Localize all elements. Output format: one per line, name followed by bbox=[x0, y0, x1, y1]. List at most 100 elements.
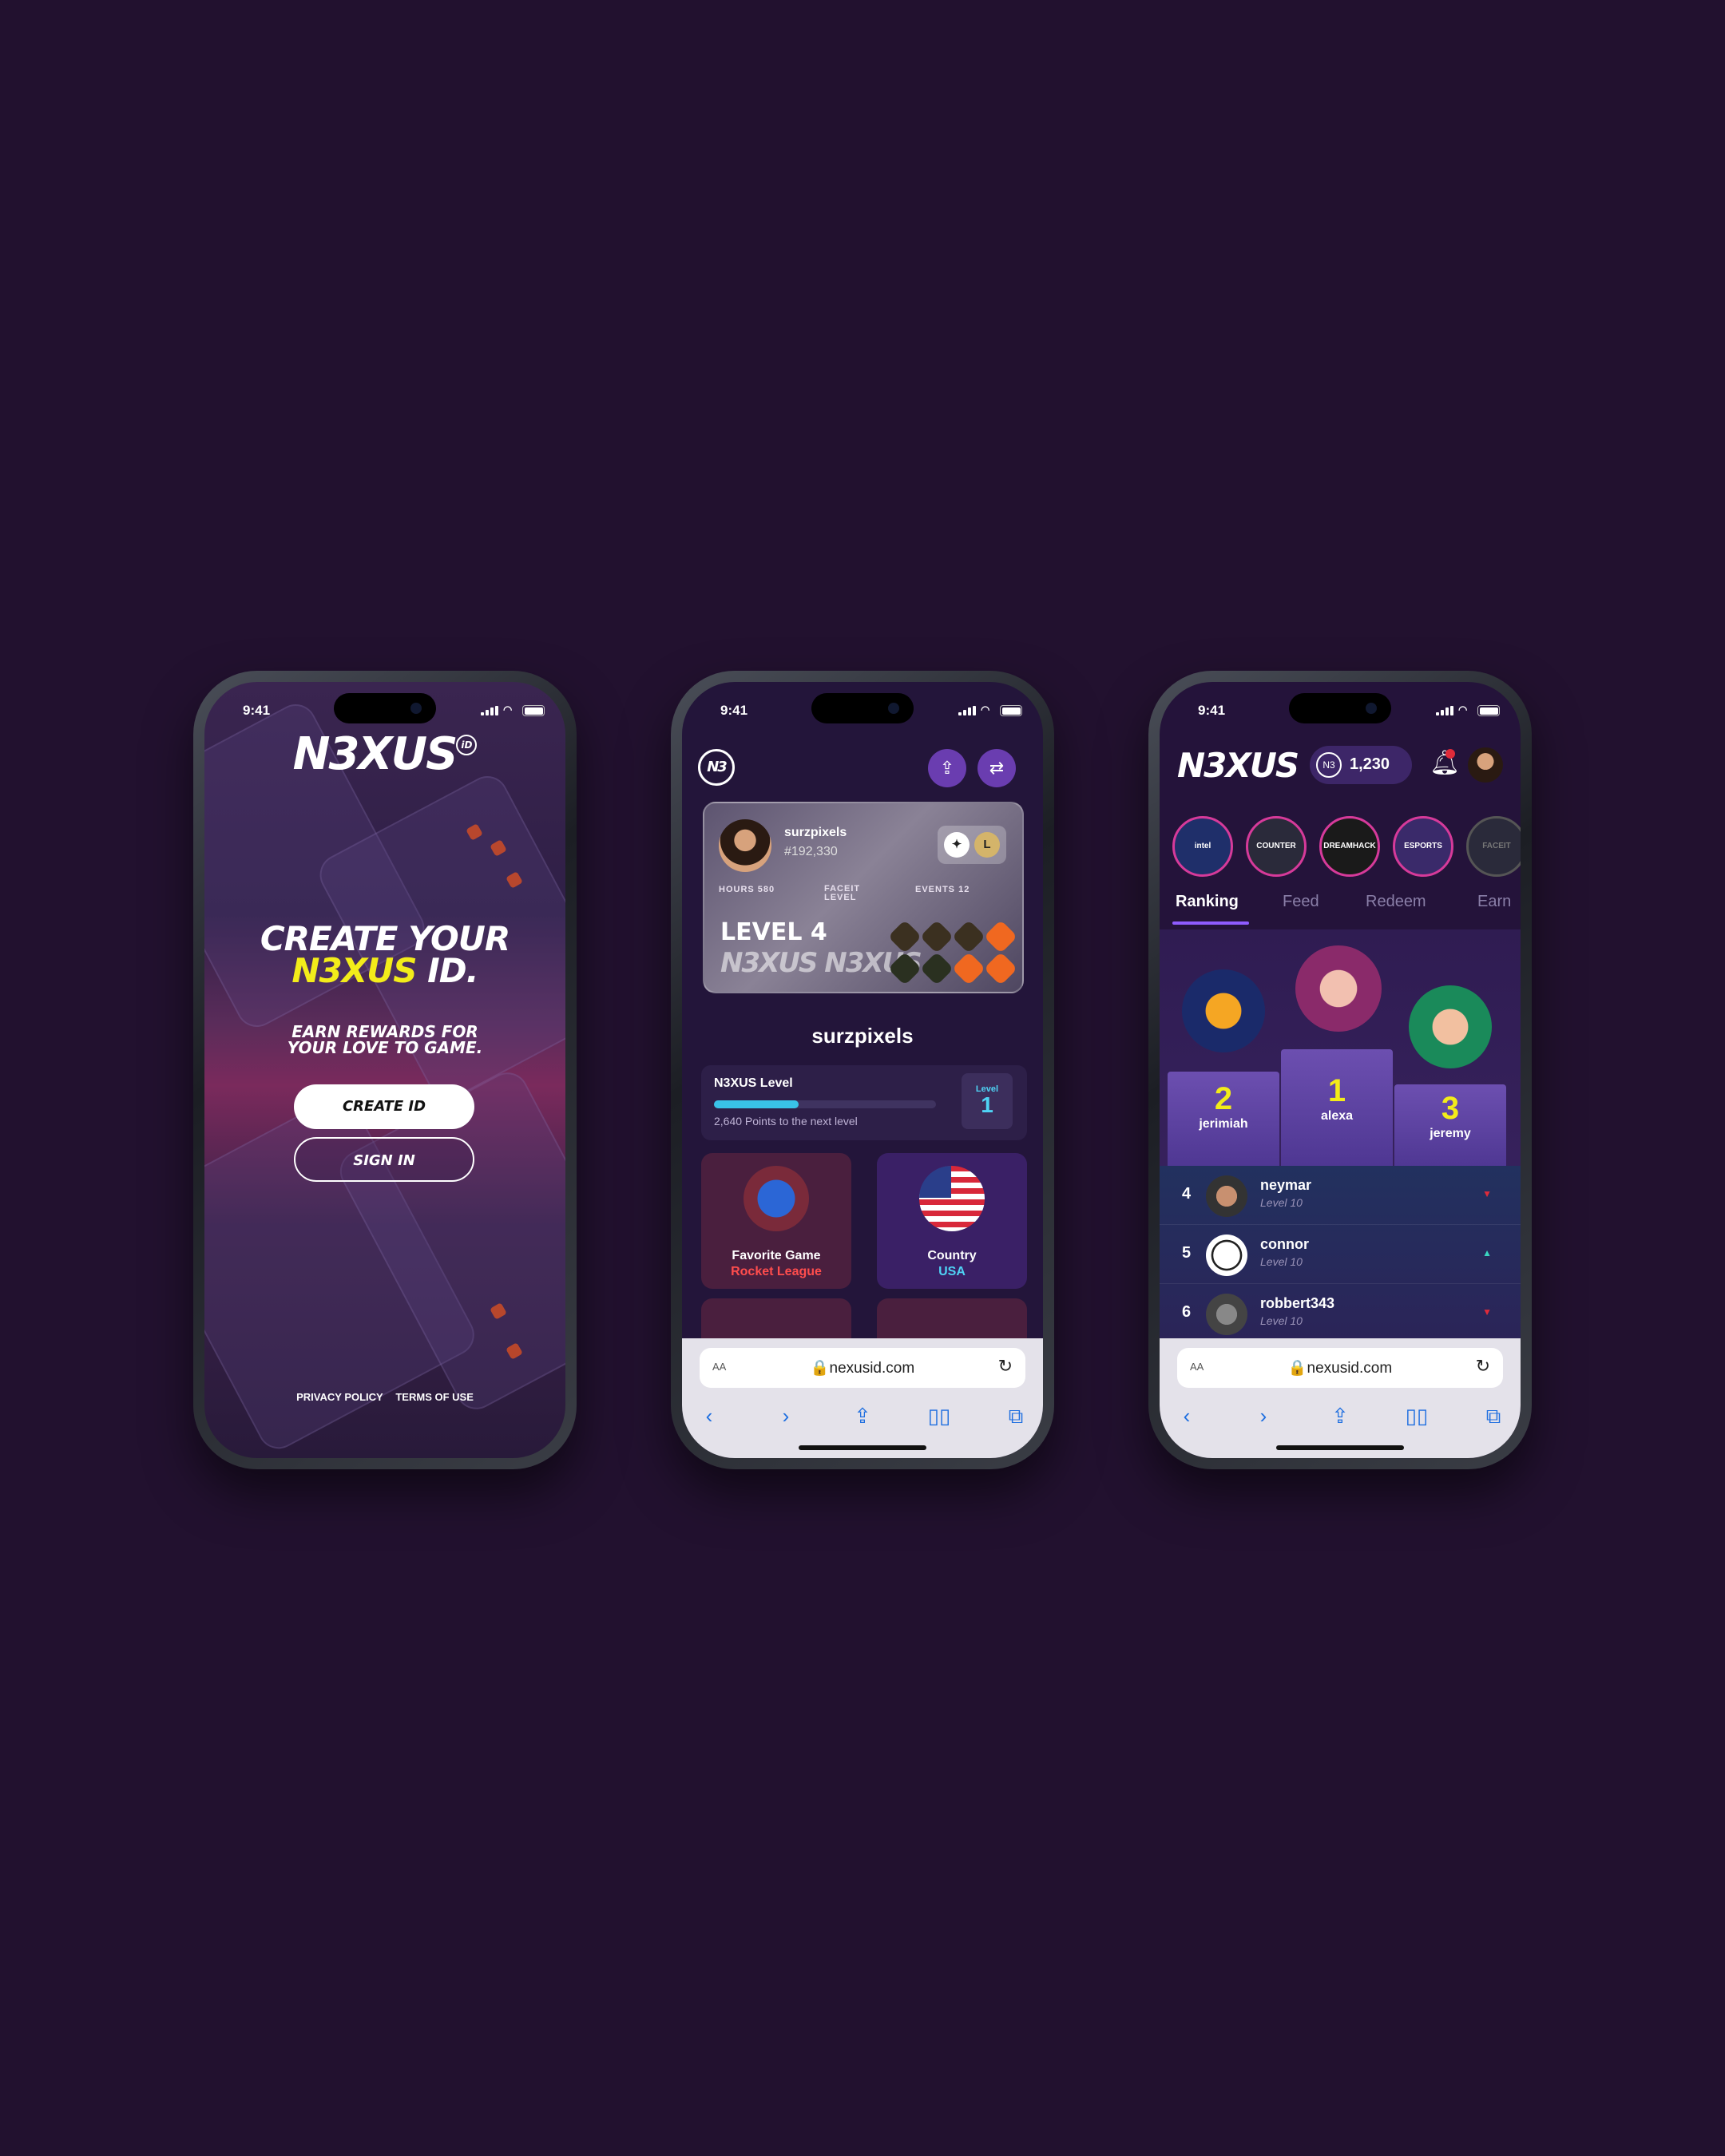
share-icon[interactable]: ⇪ bbox=[928, 749, 966, 787]
trend-down-icon: ▼ bbox=[1482, 1306, 1492, 1318]
tab-feed[interactable]: Feed bbox=[1283, 893, 1319, 911]
wifi-icon: ◠ bbox=[503, 703, 513, 715]
card-brand: N3XUS N3XUS bbox=[720, 947, 922, 979]
tab-redeem[interactable]: Redeem bbox=[1366, 893, 1426, 911]
avatar[interactable] bbox=[1295, 945, 1382, 1032]
bookmarks-icon[interactable]: ▯▯ bbox=[925, 1404, 954, 1429]
list-item[interactable]: 4 neymar Level 10 ▼ bbox=[1160, 1166, 1521, 1225]
hours-label: HOURS bbox=[719, 885, 755, 894]
row-name: robbert343 bbox=[1260, 1295, 1335, 1311]
url-value: nexusid.com bbox=[1307, 1360, 1393, 1377]
forward-icon[interactable]: › bbox=[1249, 1404, 1278, 1429]
home-indicator[interactable] bbox=[799, 1445, 926, 1450]
home-indicator[interactable] bbox=[1276, 1445, 1404, 1450]
privacy-policy-link[interactable]: PRIVACY POLICY bbox=[296, 1391, 383, 1403]
headline-line-1: CREATE YOUR bbox=[260, 919, 510, 958]
events-stat: EVENTS 12 bbox=[915, 885, 970, 894]
list-item[interactable]: 6 robbert343 Level 10 ▼ bbox=[1160, 1284, 1521, 1343]
podium-rank: 3 bbox=[1441, 1091, 1460, 1126]
address-bar[interactable]: AA 🔒nexusid.com ↻ bbox=[1177, 1348, 1503, 1388]
trend-up-icon: ▲ bbox=[1482, 1247, 1492, 1258]
browser-toolbar: AA 🔒nexusid.com ↻ ‹ › ⇪ ▯▯ ⧉ bbox=[1160, 1338, 1521, 1458]
podium-name: jerimiah bbox=[1199, 1117, 1248, 1131]
switch-icon[interactable]: ⇄ bbox=[978, 749, 1016, 787]
url-text: 🔒nexusid.com bbox=[1287, 1360, 1393, 1377]
story-dreamhack[interactable]: DREAMHACK bbox=[1319, 816, 1380, 877]
n3-logo-icon[interactable]: N3 bbox=[698, 749, 735, 786]
share-icon[interactable]: ⇪ bbox=[848, 1404, 877, 1429]
reload-icon[interactable]: ↻ bbox=[1476, 1356, 1490, 1377]
profile-screen: 9:41 ◠ N3 ⇪ ⇄ surzpixels #192,330 ✦ L HO… bbox=[682, 682, 1043, 1458]
avatar[interactable] bbox=[1409, 985, 1492, 1068]
back-icon[interactable]: ‹ bbox=[1172, 1404, 1201, 1429]
league-icon: L bbox=[974, 832, 1000, 858]
story-counter-strike[interactable]: COUNTER STRIKE bbox=[1246, 816, 1307, 877]
country-tile[interactable]: Country USA bbox=[877, 1153, 1027, 1289]
tabs-icon[interactable]: ⧉ bbox=[1479, 1404, 1508, 1429]
trend-down-icon: ▼ bbox=[1482, 1188, 1492, 1199]
badge-icon bbox=[919, 919, 954, 954]
subtitle: EARN REWARDS FOR YOUR LOVE TO GAME. bbox=[204, 1024, 565, 1056]
level-title: N3XUS Level bbox=[714, 1076, 793, 1090]
tile-value: USA bbox=[938, 1265, 966, 1278]
status-bar: 9:41 ◠ bbox=[682, 701, 1043, 720]
avatar bbox=[1206, 1175, 1247, 1217]
profile-username: surzpixels bbox=[811, 1024, 914, 1048]
row-name: neymar bbox=[1260, 1177, 1312, 1193]
n3-coin-icon: N3 bbox=[1316, 752, 1342, 778]
tab-underline bbox=[1172, 921, 1249, 925]
signal-icon bbox=[481, 706, 498, 715]
phone-ranking: 9:41 ◠ N3XUS N3 1,230 🔔︎ intel COUNTER S… bbox=[1148, 671, 1532, 1469]
podium-name: jeremy bbox=[1430, 1127, 1471, 1140]
phone-profile: 9:41 ◠ N3 ⇪ ⇄ surzpixels #192,330 ✦ L HO… bbox=[671, 671, 1054, 1469]
tabs-icon[interactable]: ⧉ bbox=[1001, 1404, 1030, 1429]
battery-icon bbox=[522, 705, 545, 716]
url-value: nexusid.com bbox=[829, 1360, 915, 1377]
avatar[interactable] bbox=[1468, 747, 1503, 783]
create-id-button[interactable]: CREATE ID bbox=[294, 1084, 474, 1129]
coin-balance[interactable]: N3 1,230 bbox=[1310, 746, 1412, 784]
avatar bbox=[1206, 1294, 1247, 1335]
hours-stat: HOURS 580 bbox=[719, 885, 775, 894]
terms-of-use-link[interactable]: TERMS OF USE bbox=[395, 1391, 474, 1403]
story-esports-world-cup[interactable]: ESPORTS WORLD CUP bbox=[1393, 816, 1453, 877]
usa-flag-icon bbox=[919, 1166, 985, 1231]
list-item[interactable]: 5 connor Level 10 ▲ bbox=[1160, 1225, 1521, 1284]
sign-in-button[interactable]: SIGN IN bbox=[294, 1137, 474, 1182]
row-rank: 6 bbox=[1182, 1303, 1192, 1321]
tab-ranking[interactable]: Ranking bbox=[1176, 893, 1239, 911]
avatar bbox=[719, 819, 771, 872]
badge-icon bbox=[951, 951, 986, 986]
events-value: 12 bbox=[958, 885, 970, 894]
story-faceit[interactable]: FACEIT bbox=[1466, 816, 1521, 877]
podium-third: 3 jeremy bbox=[1394, 1084, 1506, 1175]
reload-icon[interactable]: ↻ bbox=[998, 1356, 1013, 1377]
signal-icon bbox=[1436, 706, 1453, 715]
status-bar: 9:41 ◠ bbox=[204, 701, 565, 720]
faceit-label: FACEIT LEVEL bbox=[824, 884, 861, 902]
story-intel[interactable]: intel bbox=[1172, 816, 1233, 877]
headline-suffix: ID. bbox=[416, 951, 478, 990]
status-time: 9:41 bbox=[1198, 703, 1226, 718]
id-badge-icon: iD bbox=[456, 735, 478, 755]
back-icon[interactable]: ‹ bbox=[695, 1404, 724, 1429]
headline: CREATE YOUR N3XUS ID. bbox=[204, 919, 565, 990]
forward-icon[interactable]: › bbox=[771, 1404, 800, 1429]
badge-icon bbox=[983, 919, 1018, 954]
share-icon[interactable]: ⇪ bbox=[1326, 1404, 1354, 1429]
badge-icon bbox=[919, 951, 954, 986]
brand-logo: N3XUS iD bbox=[204, 728, 565, 780]
row-level: Level 10 bbox=[1260, 1255, 1303, 1268]
address-bar[interactable]: AA 🔒nexusid.com ↻ bbox=[700, 1348, 1025, 1388]
brand-logo[interactable]: N3XUS bbox=[1177, 746, 1299, 785]
podium-second: 2 jerimiah bbox=[1168, 1072, 1279, 1175]
avatar bbox=[1206, 1235, 1247, 1276]
bookmarks-icon[interactable]: ▯▯ bbox=[1402, 1404, 1431, 1429]
browser-toolbar: AA 🔒nexusid.com ↻ ‹ › ⇪ ▯▯ ⧉ bbox=[682, 1338, 1043, 1458]
tab-earn[interactable]: Earn bbox=[1477, 893, 1511, 911]
subtitle-line-1: EARN REWARDS FOR bbox=[291, 1022, 478, 1041]
avatar[interactable] bbox=[1182, 969, 1265, 1052]
favorite-game-tile[interactable]: Favorite Game Rocket League bbox=[701, 1153, 851, 1289]
events-label: EVENTS bbox=[915, 885, 956, 894]
id-card[interactable]: surzpixels #192,330 ✦ L HOURS 580 FACEIT… bbox=[703, 802, 1024, 993]
